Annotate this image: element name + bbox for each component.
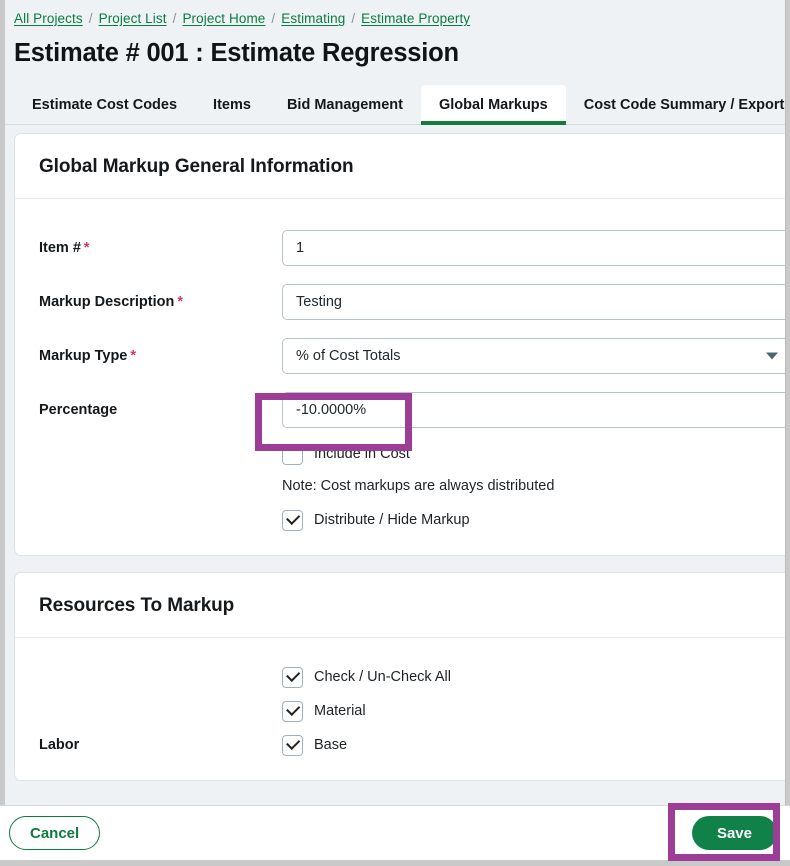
general-information-body: Item #* Markup Description* xyxy=(15,199,785,555)
control-markup-description xyxy=(282,284,785,320)
global-markup-general-information-card: Global Markup General Information Item #… xyxy=(14,133,785,556)
page-title: Estimate # 001 : Estimate Regression xyxy=(14,39,459,67)
resources-to-markup-body: Check / Un-Check All Material Labor Base xyxy=(15,638,785,780)
section-title-general-information: Global Markup General Information xyxy=(15,134,785,199)
resources-to-markup-card: Resources To Markup Check / Un-Check All… xyxy=(14,572,785,781)
label-labor: Labor xyxy=(39,737,80,753)
labor-base-checkbox[interactable] xyxy=(282,734,303,756)
tab-bar: Estimate Cost Codes Items Bid Management… xyxy=(5,85,785,125)
tab-items[interactable]: Items xyxy=(195,85,269,124)
breadcrumb-item-project-home[interactable]: Project Home xyxy=(182,11,265,26)
checkbox-row-material: Material xyxy=(15,694,785,728)
check-uncheck-all-label: Check / Un-Check All xyxy=(314,669,451,685)
cost-markup-note: Note: Cost markups are always distribute… xyxy=(282,478,555,494)
labor-base-label: Base xyxy=(314,737,348,753)
material-label: Material xyxy=(314,703,366,719)
breadcrumb-item-project-list[interactable]: Project List xyxy=(99,11,167,26)
checkbox-row-check-all: Check / Un-Check All xyxy=(15,660,785,694)
breadcrumb: All Projects / Project List / Project Home / E… xyxy=(5,0,785,26)
material-checkbox[interactable] xyxy=(282,700,303,722)
cancel-button[interactable]: Cancel xyxy=(9,816,101,850)
tab-bid-management[interactable]: Bid Management xyxy=(269,85,421,124)
include-in-cost-checkbox[interactable] xyxy=(282,443,303,465)
control-percentage xyxy=(282,392,785,428)
checkbox-row-labor-base: Labor Base xyxy=(15,728,785,762)
label-percentage: Percentage xyxy=(15,402,282,418)
section-title-resources-to-markup: Resources To Markup xyxy=(15,573,785,638)
check-uncheck-all-checkbox[interactable] xyxy=(282,666,303,688)
save-button[interactable]: Save xyxy=(691,816,777,850)
distribute-hide-markup-checkbox[interactable] xyxy=(282,509,303,531)
markup-type-select[interactable]: % of Cost Totals xyxy=(282,338,785,374)
label-text: Markup Type xyxy=(39,348,128,364)
percentage-input[interactable] xyxy=(282,392,785,428)
label-text: Item # xyxy=(39,240,81,256)
tab-estimate-cost-codes[interactable]: Estimate Cost Codes xyxy=(14,85,195,124)
item-number-input[interactable] xyxy=(282,230,785,266)
markup-type-selected-value: % of Cost Totals xyxy=(296,348,401,364)
app-window: All Projects / Project List / Project Home / E… xyxy=(5,0,786,862)
required-asterisk: * xyxy=(130,348,137,364)
breadcrumb-separator: / xyxy=(351,11,356,26)
field-row-percentage: Percentage xyxy=(15,383,785,437)
field-row-item-number: Item # * xyxy=(15,221,785,275)
field-row-markup-type: Markup Type * % of Cost Totals xyxy=(15,329,785,383)
required-asterisk: * xyxy=(177,294,184,310)
breadcrumb-item-all-projects[interactable]: All Projects xyxy=(14,11,83,26)
tab-label: Estimate Cost Codes xyxy=(32,96,178,113)
tab-cost-code-summary-export[interactable]: Cost Code Summary / Export xyxy=(566,85,785,124)
breadcrumb-separator: / xyxy=(271,11,276,26)
field-row-markup-description: Markup Description * xyxy=(15,275,785,329)
tab-label: Cost Code Summary / Export xyxy=(583,96,785,113)
breadcrumb-item-estimate-property[interactable]: Estimate Property xyxy=(361,11,470,26)
tab-global-markups[interactable]: Global Markups xyxy=(420,85,566,125)
label-markup-description: Markup Description * xyxy=(15,294,282,310)
control-item-number xyxy=(282,230,785,266)
checkbox-row-distribute-hide-markup: Distribute / Hide Markup xyxy=(15,503,785,537)
label-markup-type: Markup Type * xyxy=(15,348,282,364)
tab-label: Items xyxy=(213,96,251,113)
breadcrumb-item-estimating[interactable]: Estimating xyxy=(281,11,345,26)
distribute-hide-markup-label: Distribute / Hide Markup xyxy=(314,512,470,528)
tab-label: Bid Management xyxy=(286,96,403,113)
label-text: Percentage xyxy=(39,402,118,418)
markup-type-select-wrapper: % of Cost Totals xyxy=(282,338,785,374)
window-bottom-edge xyxy=(0,860,790,866)
required-asterisk: * xyxy=(83,240,90,256)
label-text: Markup Description xyxy=(39,294,175,310)
control-markup-type: % of Cost Totals xyxy=(282,338,785,374)
tab-label: Global Markups xyxy=(438,96,548,113)
include-in-cost-label: Include in Cost xyxy=(314,446,410,462)
main-content: Global Markup General Information Item #… xyxy=(5,125,785,781)
footer-action-bar: Cancel Save xyxy=(0,805,790,860)
breadcrumb-separator: / xyxy=(88,11,93,26)
markup-description-input[interactable] xyxy=(282,284,785,320)
label-item-number: Item # * xyxy=(15,240,282,256)
breadcrumb-separator: / xyxy=(172,11,177,26)
checkbox-row-include-in-cost: Include in Cost xyxy=(15,437,785,471)
